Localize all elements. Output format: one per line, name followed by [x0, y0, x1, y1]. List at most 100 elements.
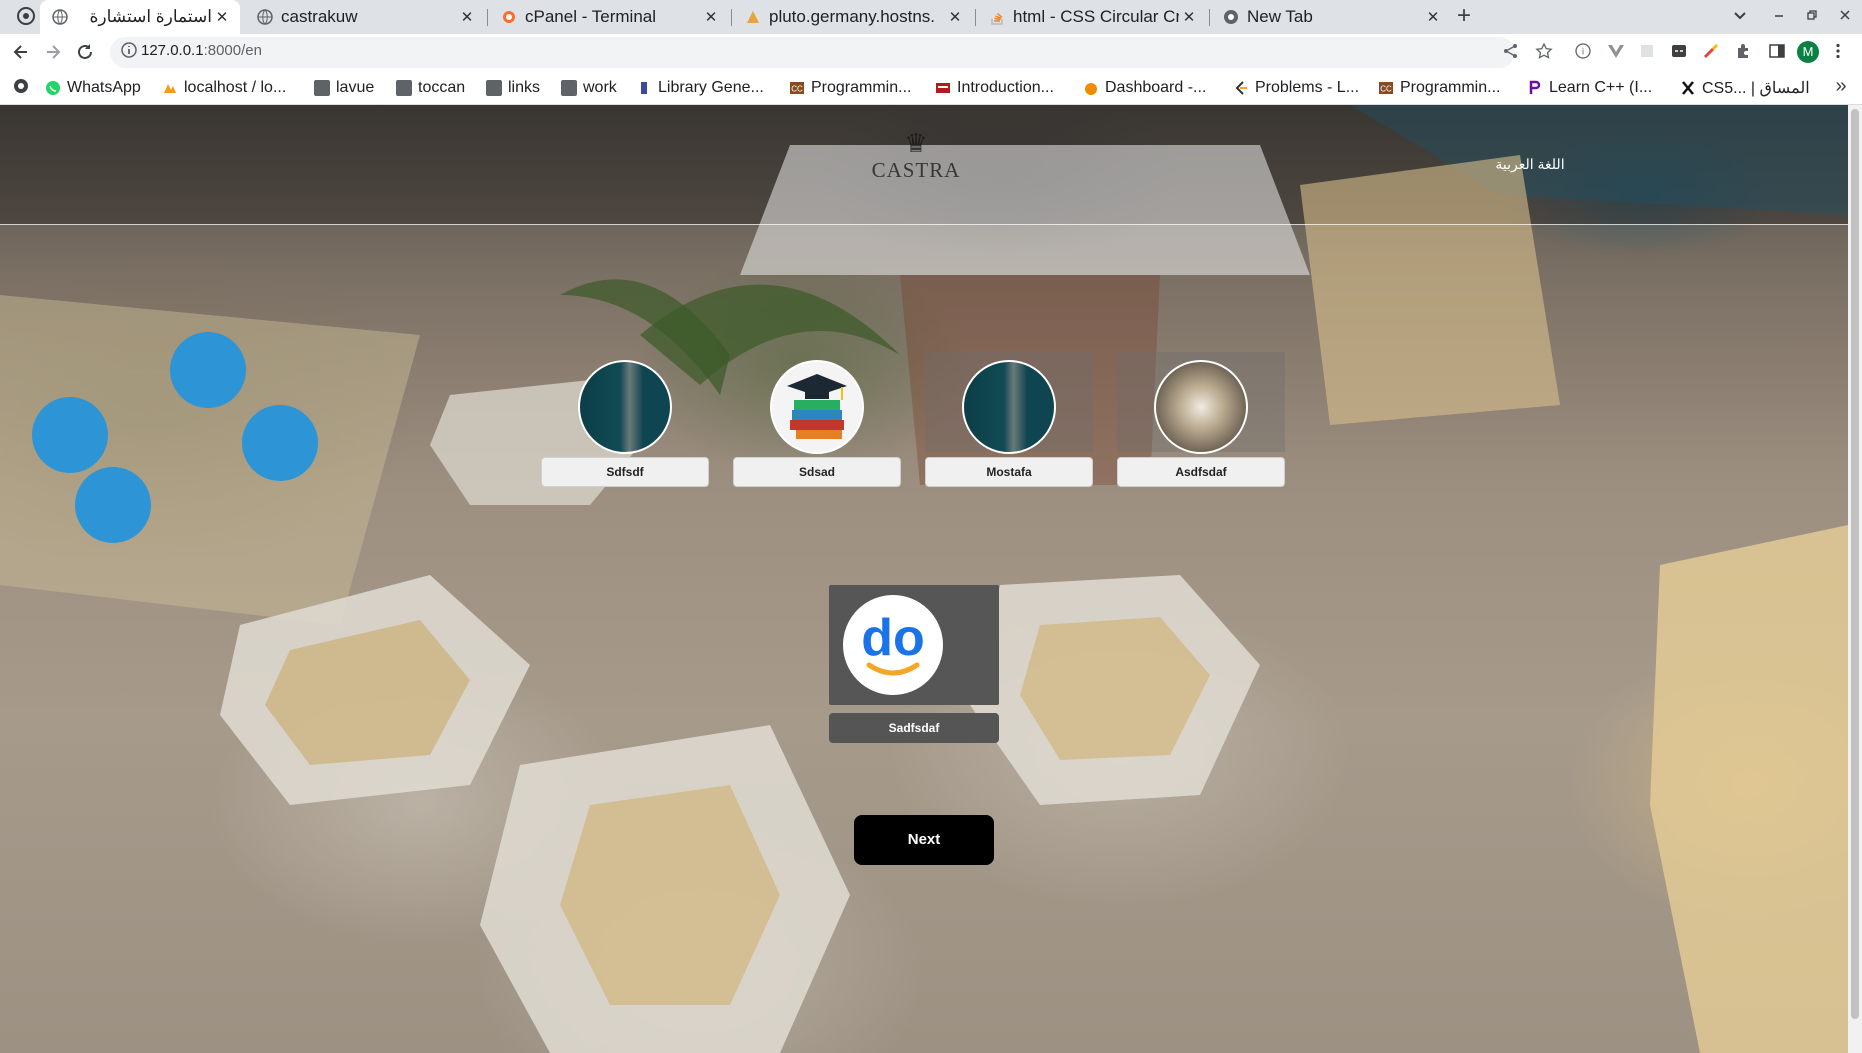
reload-icon[interactable]: [74, 42, 96, 64]
bookmark-label: Programmin...: [1400, 79, 1501, 96]
close-icon[interactable]: ✕: [701, 8, 721, 26]
tab-castrakuw[interactable]: castrakuw ✕: [245, 0, 485, 34]
vue-devtools-icon[interactable]: [1605, 42, 1627, 64]
close-icon[interactable]: ✕: [1423, 8, 1443, 26]
bookmark-dashboard[interactable]: Dashboard -...: [1083, 77, 1206, 99]
bookmark-library-genesis[interactable]: Library Gene...: [636, 77, 764, 99]
back-arrow-icon[interactable]: [10, 42, 32, 64]
restore-icon[interactable]: [1801, 6, 1823, 28]
close-icon[interactable]: ✕: [945, 8, 965, 26]
cpanel-icon: [501, 9, 517, 25]
bookmark-localhost[interactable]: localhost / lo...: [162, 77, 286, 99]
extensions-puzzle-icon[interactable]: [1733, 42, 1755, 64]
tab-cpanel-terminal[interactable]: cPanel - Terminal ✕: [489, 0, 729, 34]
option-button-sdsad[interactable]: Sdsad: [733, 457, 901, 487]
svg-text:CC: CC: [791, 85, 803, 94]
option-image: [578, 360, 672, 454]
url-path: :8000/en: [203, 42, 262, 59]
bookmark-label: Learn C++ (I...: [1549, 79, 1653, 96]
bookmark-cs5[interactable]: CS5... | المساق: [1680, 77, 1810, 99]
tab-new-tab[interactable]: New Tab ✕: [1211, 0, 1451, 34]
tab-title: castrakuw: [281, 7, 358, 26]
share-icon[interactable]: [1500, 42, 1522, 64]
logo-mark-icon: ♛: [904, 129, 928, 158]
close-icon[interactable]: ✕: [212, 8, 232, 26]
bookmark-introduction[interactable]: Introduction...: [935, 77, 1054, 99]
logo-text: CASTRA: [871, 158, 961, 182]
color-picker-icon[interactable]: [1700, 42, 1722, 64]
bookmark-label: WhatsApp: [67, 79, 141, 96]
venue-photo-image: [1154, 360, 1248, 454]
scrollbar-thumb[interactable]: [1851, 109, 1859, 1019]
bookmark-folder-links[interactable]: links: [486, 77, 540, 99]
bookmark-programming-2[interactable]: CC Programmin...: [1378, 77, 1500, 99]
tab-title: cPanel - Terminal: [525, 7, 657, 26]
bookmark-programming-1[interactable]: CC Programmin...: [789, 77, 911, 99]
side-panel-icon[interactable]: [1766, 42, 1788, 64]
x-icon: [1680, 80, 1696, 96]
profile-avatar[interactable]: M: [1797, 41, 1819, 63]
extension-info-icon[interactable]: i: [1572, 42, 1594, 64]
option-card-asdfsdaf[interactable]: [1117, 352, 1285, 454]
option-button-sdfsdf[interactable]: Sdfsdf: [541, 457, 709, 487]
tab-strip: استمارة استشارة ✕ castrakuw ✕ cPanel - T…: [0, 0, 1862, 34]
folder-icon: [561, 80, 577, 96]
bookmark-label: CS5... | المساق: [1702, 80, 1810, 97]
selected-option-card[interactable]: do: [829, 585, 999, 705]
option-image: [962, 360, 1056, 454]
tab-pluto-host[interactable]: pluto.germany.hostns. ✕: [733, 0, 973, 34]
minimize-icon[interactable]: [1768, 6, 1790, 28]
new-tab-button[interactable]: +: [1453, 4, 1475, 28]
more-bookmarks-chevron-icon[interactable]: »: [1830, 75, 1852, 97]
tab-stackoverflow[interactable]: html - CSS Circular Cro ✕: [977, 0, 1207, 34]
extension-blank-icon[interactable]: [1636, 42, 1658, 64]
bookmark-folder-toccan[interactable]: toccan: [396, 77, 465, 99]
do-logo-image: do: [843, 595, 943, 695]
language-switch-link[interactable]: اللغة العربية: [1480, 156, 1580, 173]
option-button-mostafa[interactable]: Mostafa: [925, 457, 1093, 487]
tab-title: html - CSS Circular Cro: [1013, 7, 1179, 26]
server-icon: [745, 9, 761, 25]
next-button[interactable]: Next: [854, 815, 994, 865]
leetcode-icon: [1233, 80, 1249, 96]
page-scrollbar[interactable]: [1848, 105, 1862, 1053]
tab-separator: [487, 9, 488, 26]
close-icon[interactable]: ✕: [1179, 8, 1199, 26]
bookmark-folder-work[interactable]: work: [561, 77, 617, 99]
bookmark-folder-lavue[interactable]: lavue: [314, 77, 374, 99]
folder-icon: [396, 80, 412, 96]
browser-menu-icon[interactable]: [1827, 42, 1849, 64]
bookmark-label: localhost / lo...: [184, 79, 287, 96]
bookmark-problems-leetcode[interactable]: Problems - L...: [1233, 77, 1359, 99]
globe-icon: [52, 9, 68, 25]
option-card-sdfsdf[interactable]: [541, 352, 709, 454]
bookmark-star-icon[interactable]: [1533, 42, 1555, 64]
learncpp-icon: [1527, 80, 1543, 96]
option-button-asdfsdaf[interactable]: Asdfsdaf: [1117, 457, 1285, 487]
stackoverflow-icon: [989, 9, 1005, 25]
selected-option-button[interactable]: Sadfsdaf: [829, 713, 999, 743]
tab-separator: [975, 9, 976, 26]
bookmark-learn-cpp[interactable]: Learn C++ (I...: [1527, 77, 1652, 99]
option-card-sdsad[interactable]: [733, 352, 901, 454]
close-icon[interactable]: ✕: [457, 8, 477, 26]
window-close-icon[interactable]: [1834, 6, 1856, 28]
forward-arrow-icon[interactable]: [42, 42, 64, 64]
tab-title: استمارة استشارة: [89, 7, 212, 26]
browser-toolbar: 127.0.0.1:8000/en i M: [0, 34, 1862, 71]
svg-text:CC: CC: [1380, 85, 1392, 94]
bookmarks-bar: WhatsApp localhost / lo... lavue toccan …: [0, 71, 1862, 105]
tab-search-globe-icon[interactable]: [15, 6, 37, 28]
site-info-icon[interactable]: [118, 41, 140, 63]
address-bar[interactable]: [110, 37, 1515, 68]
tab-list-chevron-icon[interactable]: [1729, 6, 1751, 28]
castra-logo[interactable]: ♛ CASTRA: [868, 130, 964, 190]
tab-consultation-form[interactable]: استمارة استشارة ✕: [40, 0, 240, 34]
apps-globe-icon[interactable]: [10, 77, 32, 99]
option-card-mostafa[interactable]: [925, 352, 1093, 454]
bookmark-label: lavue: [336, 79, 375, 96]
whatsapp-icon: [45, 80, 61, 96]
bookmark-whatsapp[interactable]: WhatsApp: [45, 77, 141, 99]
extension-dark-icon[interactable]: [1668, 42, 1690, 64]
bookmark-label: work: [583, 79, 617, 96]
